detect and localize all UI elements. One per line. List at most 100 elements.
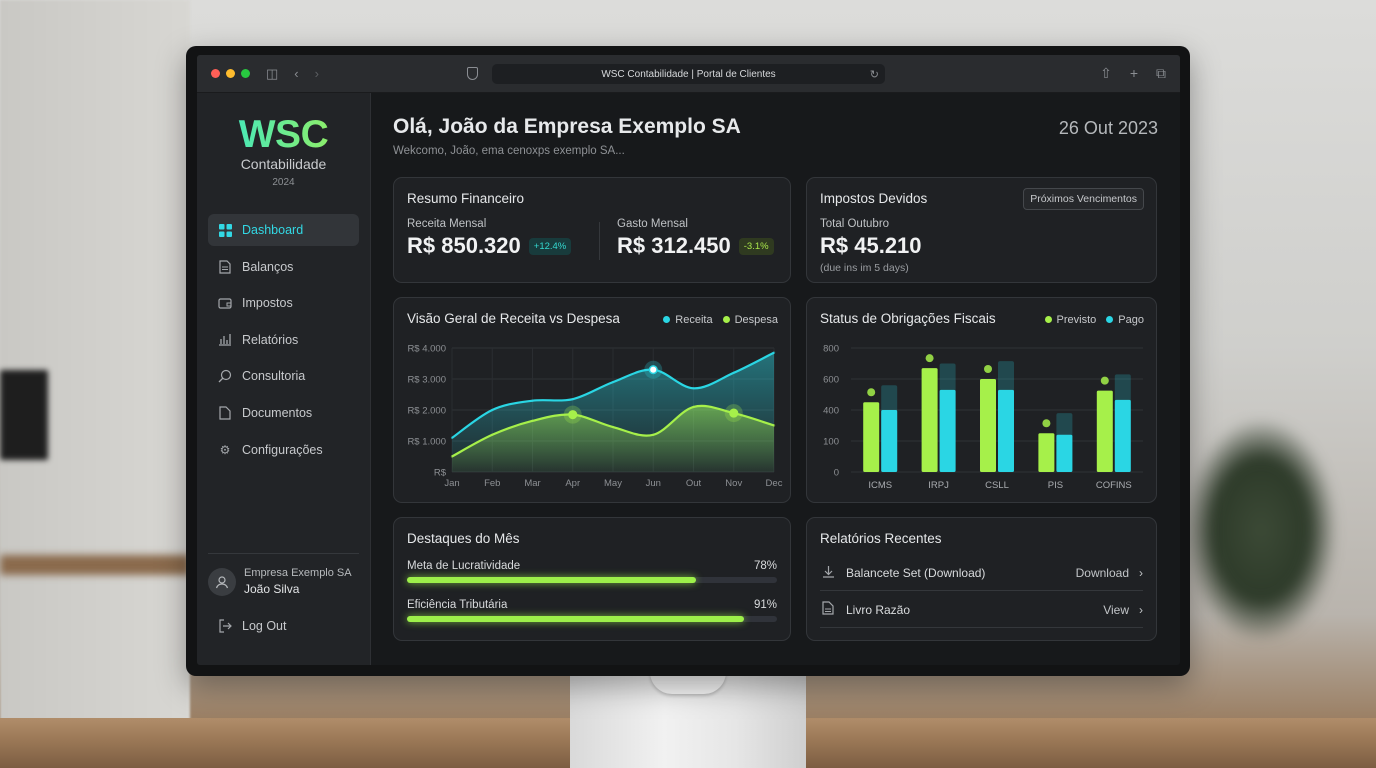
sidebar-item-configuracoes[interactable]: ⚙ Configurações bbox=[208, 434, 359, 466]
taxes-title: Impostos Devidos bbox=[820, 191, 928, 206]
y-tick-label: 600 bbox=[823, 375, 839, 386]
taxes-total: Total Outubro R$ 45.210 (due ins im 5 da… bbox=[820, 218, 922, 274]
wallet-icon bbox=[217, 295, 233, 311]
user-info: Empresa Exemplo SA João Silva bbox=[244, 567, 352, 596]
sidebar-toggle-icon[interactable]: ◫ bbox=[266, 67, 278, 80]
taxes-total-value: R$ 45.210 bbox=[820, 233, 922, 258]
y-tick-label: R$ 1.000 bbox=[407, 437, 446, 448]
status-marker bbox=[925, 354, 934, 363]
sidebar-nav: Dashboard Balanços Impostos Relatórios C… bbox=[197, 214, 370, 466]
bar-pago bbox=[1114, 399, 1131, 472]
highlight-row: Meta de Lucratividade 78% bbox=[407, 560, 777, 583]
address-bar-text: WSC Contabilidade | Portal de Clientes bbox=[601, 68, 776, 80]
highlights-title: Destaques do Mês bbox=[407, 531, 520, 546]
bar-previsto bbox=[921, 368, 938, 472]
gear-icon: ⚙ bbox=[219, 442, 231, 457]
tabs-overview-icon[interactable]: ⧉ bbox=[1156, 65, 1166, 82]
bar-pago bbox=[998, 389, 1014, 472]
chevron-right-icon: › bbox=[1139, 602, 1143, 617]
privacy-shield-icon[interactable] bbox=[467, 67, 478, 80]
maximize-window-button[interactable] bbox=[241, 69, 250, 78]
x-tick-label: Jan bbox=[444, 478, 459, 489]
sidebar-item-balancos[interactable]: Balanços bbox=[208, 251, 359, 283]
sidebar-item-dashboard[interactable]: Dashboard bbox=[208, 214, 359, 246]
y-tick-label: R$ 3.000 bbox=[407, 375, 446, 386]
x-tick-label: May bbox=[604, 478, 622, 489]
x-tick-label: Out bbox=[686, 478, 702, 489]
status-marker bbox=[1042, 419, 1051, 428]
revenue-expense-card: Visão Geral de Receita vs Despesa Receit… bbox=[393, 297, 791, 503]
user-profile[interactable]: Empresa Exemplo SA João Silva bbox=[208, 567, 352, 596]
x-tick-label: Jun bbox=[646, 478, 661, 489]
taxes-card: Impostos Devidos Próximos Vencimentos To… bbox=[806, 177, 1157, 283]
x-tick-label: CSLL bbox=[985, 480, 1009, 491]
highlight-point bbox=[568, 410, 578, 420]
user-name: João Silva bbox=[244, 582, 300, 596]
sidebar-item-impostos[interactable]: Impostos bbox=[208, 287, 359, 319]
sidebar-item-label: Configurações bbox=[242, 442, 323, 457]
new-tab-icon[interactable]: + bbox=[1130, 65, 1138, 82]
expense-block: Gasto Mensal R$ 312.450 -3.1% bbox=[617, 218, 774, 259]
share-icon[interactable]: ⇧ bbox=[1100, 65, 1112, 82]
report-view-link[interactable]: View bbox=[1103, 603, 1129, 617]
upcoming-due-button[interactable]: Próximos Vencimentos bbox=[1023, 188, 1144, 210]
expense-change-badge: -3.1% bbox=[738, 238, 774, 255]
revenue-expense-chart: R$ R$ 1.000 R$ 2.000 R$ 3.000 R$ 4.000 Jan Feb… bbox=[407, 344, 783, 490]
data-point bbox=[732, 371, 735, 374]
page-subtitle: Wekcomo, João, ema cenoxps exemplo SA... bbox=[393, 145, 625, 157]
sidebar-item-documentos[interactable]: Documentos bbox=[208, 397, 359, 429]
current-date: 26 Out 2023 bbox=[1058, 118, 1158, 138]
y-tick-label: 100 bbox=[823, 437, 839, 448]
logout-label: Log Out bbox=[242, 619, 287, 633]
highlight-point bbox=[648, 365, 658, 375]
x-tick-label: ICMS bbox=[868, 480, 892, 491]
background-table bbox=[0, 555, 190, 575]
x-tick-label: Dec bbox=[766, 478, 783, 489]
y-tick-label: R$ 2.000 bbox=[407, 406, 446, 417]
x-tick-label: Nov bbox=[725, 478, 742, 489]
report-row[interactable]: Balancete Set (Download) Download › bbox=[820, 555, 1143, 591]
status-marker bbox=[867, 388, 876, 397]
y-tick-label: R$ bbox=[434, 468, 447, 479]
data-point bbox=[531, 419, 534, 423]
data-point bbox=[531, 399, 534, 402]
data-point bbox=[491, 433, 494, 436]
sidebar-item-label: Consultoria bbox=[242, 369, 306, 384]
reload-icon[interactable]: ↻ bbox=[870, 68, 879, 81]
highlight-value: 78% bbox=[753, 560, 777, 572]
data-point bbox=[611, 425, 615, 429]
data-point bbox=[450, 455, 454, 458]
brand-subtitle: Contabilidade bbox=[240, 156, 327, 172]
back-icon[interactable]: ‹ bbox=[294, 67, 298, 80]
y-tick-label: 800 bbox=[823, 344, 839, 355]
monitor: ◫ ‹ › WSC Contabilidade | Portal de Clie… bbox=[186, 46, 1190, 676]
sidebar-item-label: Impostos bbox=[242, 296, 293, 311]
revenue-label: Receita Mensal bbox=[407, 218, 487, 230]
bar-previsto bbox=[1096, 390, 1113, 472]
address-bar[interactable]: WSC Contabilidade | Portal de Clientes ↻ bbox=[492, 64, 885, 84]
highlight-row: Eficiência Tributária 91% bbox=[407, 599, 777, 622]
revenue-block: Receita Mensal R$ 850.320 +12.4% bbox=[407, 218, 572, 259]
forward-icon[interactable]: › bbox=[315, 67, 319, 80]
x-tick-label: Mar bbox=[524, 478, 540, 489]
y-tick-label: 0 bbox=[834, 468, 839, 479]
sidebar-item-relatorios[interactable]: Relatórios bbox=[208, 324, 359, 356]
progress-fill bbox=[407, 616, 744, 622]
bar-previsto bbox=[980, 379, 996, 472]
y-tick-label: 400 bbox=[823, 406, 839, 417]
taxes-total-label: Total Outubro bbox=[820, 218, 890, 230]
logout-button[interactable]: Log Out bbox=[217, 618, 286, 634]
sidebar-item-consultoria[interactable]: Consultoria bbox=[208, 360, 359, 392]
close-window-button[interactable] bbox=[211, 69, 220, 78]
data-point bbox=[772, 351, 776, 354]
bar-previsto bbox=[1038, 433, 1055, 472]
tax-obligations-card: Status de Obrigações Fiscais Previsto Pa… bbox=[806, 297, 1157, 503]
grid-icon bbox=[217, 222, 233, 238]
minimize-window-button[interactable] bbox=[226, 69, 235, 78]
bar-pago bbox=[939, 389, 956, 472]
status-marker bbox=[984, 365, 992, 373]
report-download-link[interactable]: Download bbox=[1076, 566, 1129, 580]
report-row[interactable]: Livro Razão View › bbox=[820, 592, 1143, 628]
highlight-value: 91% bbox=[753, 599, 777, 611]
taxes-due-note: (due ins im 5 days) bbox=[820, 262, 909, 274]
